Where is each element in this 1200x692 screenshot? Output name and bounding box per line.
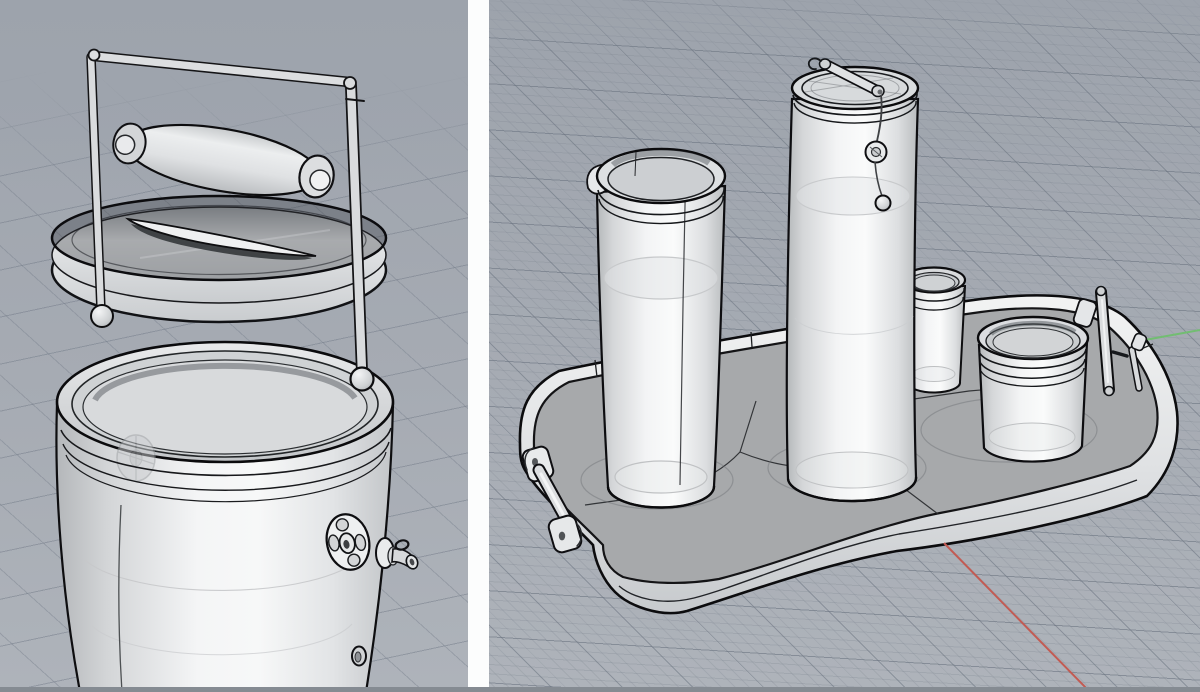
- jar-large[interactable]: [978, 317, 1088, 462]
- left-viewport[interactable]: [0, 0, 468, 687]
- interior-ghost-wheel: [117, 435, 155, 481]
- rivet: [352, 647, 366, 666]
- tap-ring: [395, 539, 410, 551]
- pitcher[interactable]: [587, 149, 725, 507]
- chain-ball: [876, 196, 891, 211]
- cad-window: [0, 0, 1200, 692]
- canister-tall[interactable]: [787, 58, 918, 501]
- bail-pivot-ball-left: [91, 305, 113, 327]
- viewport-bottom-edge: [0, 687, 1200, 692]
- liquid-level: [604, 257, 718, 299]
- liquid-level: [796, 177, 910, 215]
- right-viewport[interactable]: [489, 0, 1200, 687]
- viewport-divider: [468, 0, 489, 687]
- right-viewport-geometry: [489, 0, 1200, 687]
- left-viewport-geometry: [0, 0, 468, 687]
- x-axis-line: [944, 543, 1090, 687]
- bail-pivot-ball-right: [351, 368, 374, 391]
